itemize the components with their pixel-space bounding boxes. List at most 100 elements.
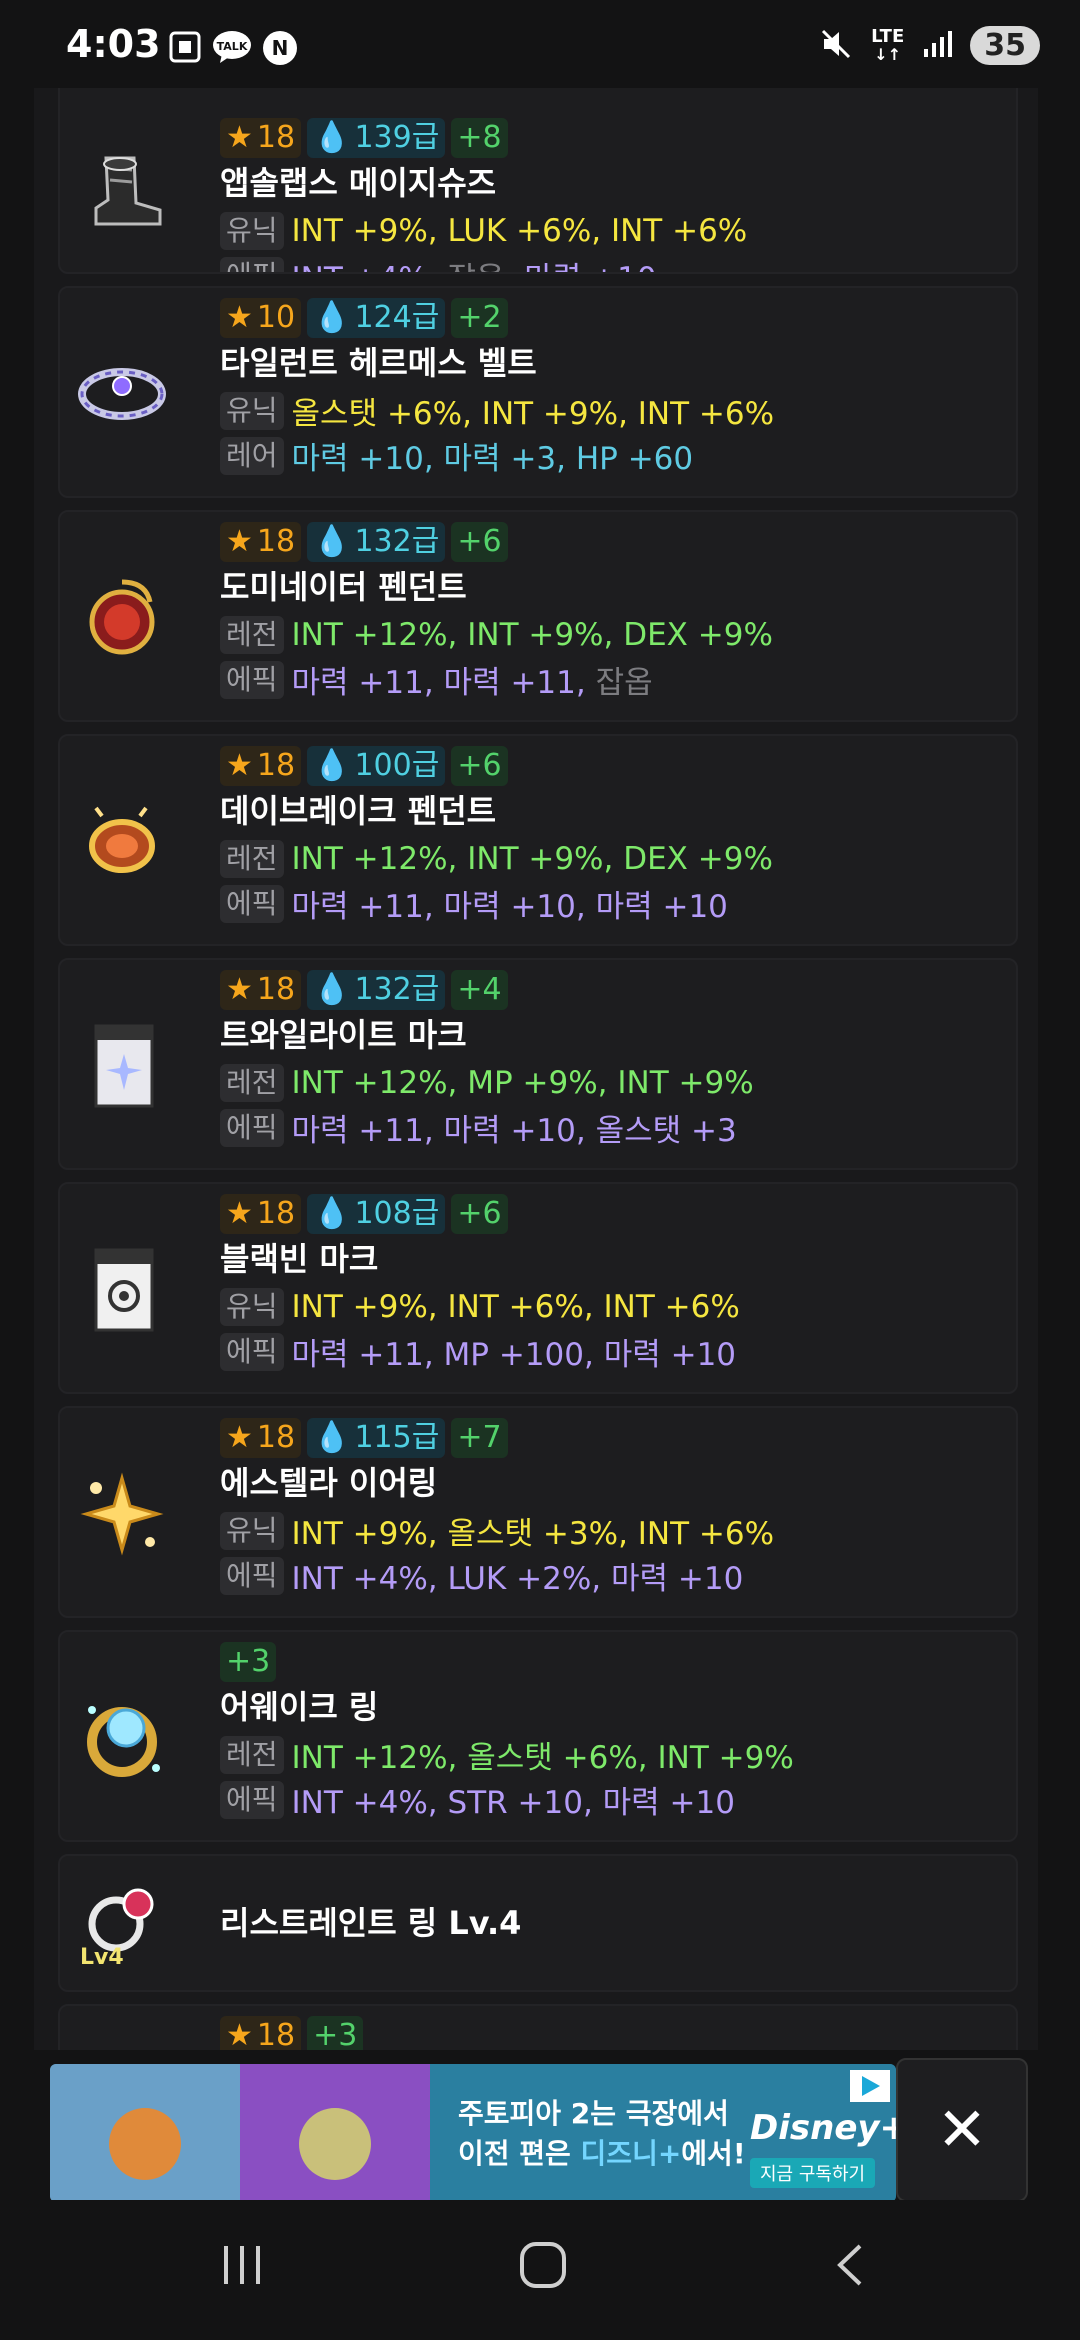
potential-text: INT +4%, 잡옵, 마력 +10 <box>292 253 657 272</box>
back-button[interactable] <box>826 2240 876 2294</box>
tier-badge: 레전 <box>220 615 284 654</box>
star-icon: ★ <box>226 1420 253 1455</box>
ring-icon <box>76 1692 168 1784</box>
star-badge: ★ 18 <box>220 970 302 1010</box>
potential-line: 유닉 INT +9%, 올스탯 +3%, INT +6% <box>220 1508 774 1553</box>
item-name: 도미네이터 펜던트 <box>220 568 467 606</box>
tier-badge: 유닉 <box>220 1511 284 1550</box>
pendant-icon <box>76 796 168 888</box>
potential-text: INT +9%, 올스탯 +3%, INT +6% <box>291 1516 775 1552</box>
item-name: 리스트레인트 링 Lv.4 <box>220 1904 522 1942</box>
plus-badge: +7 <box>451 1418 508 1458</box>
item-name: 에스텔라 이어링 <box>220 1464 438 1502</box>
additional-potential-line: 에픽 INT +4%, 잡옵, 마력 +10 <box>220 253 747 272</box>
mage-shoes-icon <box>76 148 168 240</box>
equipment-card-partial[interactable]: ★ 18 +3 <box>58 2004 1018 2050</box>
equipment-card-restraint-ring[interactable]: Lv4 리스트레인트 링 Lv.4 <box>58 1854 1018 1992</box>
star-badge: ★ 18 <box>220 522 302 562</box>
tier-badge: 레전 <box>220 839 284 878</box>
naver-icon: N <box>262 30 298 70</box>
plus-badge: +6 <box>451 522 508 562</box>
ring-icon: Lv4 <box>76 1878 168 1970</box>
equipment-card-belt[interactable]: ★ 10 💧 124급 +2 타일런트 헤르메스 벨트 유닉 올스탯 +6%, IN… <box>58 286 1018 498</box>
equipment-card-awake-ring[interactable]: +3 어웨이크 링 레전 INT +12%, 올스탯 +6%, INT +9% … <box>58 1630 1018 1842</box>
potential-text: INT +12%, MP +9%, INT +9% <box>291 1064 754 1101</box>
drop-icon: 💧 <box>313 120 351 155</box>
potential-line: 유닉 INT +9%, LUK +6%, INT +6% <box>220 208 747 253</box>
equipment-card-daybreak-pendant[interactable]: ★ 18 💧 100급 +6 데이브레이크 펜던트 레전 INT +12%, INT… <box>58 734 1018 946</box>
equipment-card-estella-earring[interactable]: ★ 18 💧 115급 +7 에스텔라 이어링 유닉 INT +9%, 올스탯 +3… <box>58 1406 1018 1618</box>
potential-text: 마력 +11, 마력 +11, 잡옵 <box>291 665 653 701</box>
equipment-card-twilight-mark[interactable]: ★ 18 💧 132급 +4 트와일라이트 마크 레전 INT +12%, MP +… <box>58 958 1018 1170</box>
tier-badge: 에픽 <box>220 1332 284 1371</box>
ad-banner[interactable]: 주토피아 2는 극장에서 이전 편은 디즈니+에서! Disney+ 지금 구독… <box>50 2064 896 2202</box>
ad-text: 주토피아 2는 극장에서 이전 편은 디즈니+에서! <box>458 2097 746 2170</box>
tier-badge: 유닉 <box>220 1287 284 1326</box>
potential-text: INT +9%, LUK +6%, INT +6% <box>291 212 748 249</box>
drop-badge: 💧 108급 <box>307 1194 446 1234</box>
drop-icon: 💧 <box>313 1420 351 1455</box>
plus-badge: +3 <box>220 1642 277 1682</box>
drop-icon: 💧 <box>313 748 351 783</box>
potential-text: INT +12%, 올스탯 +6%, INT +9% <box>291 1740 794 1776</box>
potential-line: 레전 INT +12%, INT +9%, DEX +9% <box>220 836 773 881</box>
potential-line: 유닉 올스탯 +6%, INT +9%, INT +6% <box>220 388 774 433</box>
close-icon: ✕ <box>936 2095 988 2165</box>
potential-text: 마력 +11, 마력 +10, 마력 +10 <box>291 889 728 925</box>
drop-badge: 💧 100급 <box>307 746 446 786</box>
ad-close-button[interactable]: ✕ <box>896 2058 1028 2202</box>
status-bar: 4:03 TALK N LTE ↓↑ 35 <box>0 0 1080 88</box>
recent-apps-button[interactable] <box>218 2240 268 2294</box>
tier-badge: 에픽 <box>220 884 284 923</box>
equipment-card-dominator-pendant[interactable]: ★ 18 💧 132급 +6 도미네이터 펜던트 레전 INT +12%, INT … <box>58 510 1018 722</box>
potential-text: 마력 +11, MP +100, 마력 +10 <box>291 1337 737 1373</box>
additional-potential-line: 에픽 마력 +11, 마력 +11, 잡옵 <box>220 657 773 702</box>
item-name: 트와일라이트 마크 <box>220 1016 467 1054</box>
home-button[interactable] <box>518 2240 568 2294</box>
plus-badge: +3 <box>307 2016 364 2050</box>
potential-text: 올스탯 +6%, INT +9%, INT +6% <box>291 396 775 432</box>
tier-badge: 유닉 <box>220 211 284 250</box>
additional-potential-line: 에픽 INT +4%, LUK +2%, 마력 +10 <box>220 1553 774 1598</box>
tier-badge: 에픽 <box>220 660 284 699</box>
star-icon: ★ <box>226 2018 253 2050</box>
additional-potential-line: 에픽 마력 +11, MP +100, 마력 +10 <box>220 1329 740 1374</box>
status-time: 4:03 <box>66 22 161 66</box>
item-name: 어웨이크 링 <box>220 1688 379 1726</box>
equipment-card-blackbean-mark[interactable]: ★ 18 💧 108급 +6 블랙빈 마크 유닉 INT +9%, INT +6%,… <box>58 1182 1018 1394</box>
mark-icon <box>76 1020 168 1112</box>
tier-badge: 에픽 <box>220 1556 284 1595</box>
star-icon: ★ <box>226 748 253 783</box>
plus-badge: +8 <box>451 118 508 158</box>
plus-badge: +6 <box>451 746 508 786</box>
potential-text: 마력 +11, 마력 +10, 올스탯 +3 <box>291 1113 737 1149</box>
ad-cta-button[interactable]: 지금 구독하기 <box>750 2158 876 2188</box>
adchoices-icon[interactable] <box>850 2070 890 2102</box>
equipment-card-mage-shoes[interactable]: ★ 18 💧 139급 +8 앱솔랩스 메이지슈즈 유닉 INT +9%, LUK … <box>58 60 1018 274</box>
lte-indicator: LTE ↓↑ <box>871 25 905 64</box>
equipment-list[interactable]: ★ 18 💧 139급 +8 앱솔랩스 메이지슈즈 유닉 INT +9%, LUK … <box>34 60 1038 2050</box>
tier-badge: 레전 <box>220 1063 284 1102</box>
tier-badge: 레어 <box>220 436 284 475</box>
navigation-bar <box>0 2200 1080 2340</box>
plus-badge: +4 <box>451 970 508 1010</box>
star-icon: ★ <box>226 300 253 335</box>
mark-icon <box>76 1244 168 1336</box>
svg-text:N: N <box>272 36 289 60</box>
earring-icon <box>76 1468 168 1560</box>
drop-icon: 💧 <box>313 972 351 1007</box>
star-badge: ★ 18 <box>220 118 302 158</box>
potential-text: INT +12%, INT +9%, DEX +9% <box>291 840 773 877</box>
mute-icon <box>819 27 853 65</box>
drop-icon: 💧 <box>313 300 351 335</box>
belt-icon <box>76 348 168 440</box>
drop-badge: 💧 124급 <box>307 298 446 338</box>
drop-badge: 💧 132급 <box>307 970 446 1010</box>
ad-brand-logo: Disney+ <box>750 2108 896 2148</box>
star-icon: ★ <box>226 524 253 559</box>
kakaotalk-icon: TALK <box>212 30 252 68</box>
potential-text: INT +4%, STR +10, 마력 +10 <box>291 1785 735 1821</box>
potential-text: 마력 +10, 마력 +3, HP +60 <box>291 441 694 477</box>
drop-badge: 💧 115급 <box>307 1418 446 1458</box>
screenshot-icon <box>168 30 202 68</box>
